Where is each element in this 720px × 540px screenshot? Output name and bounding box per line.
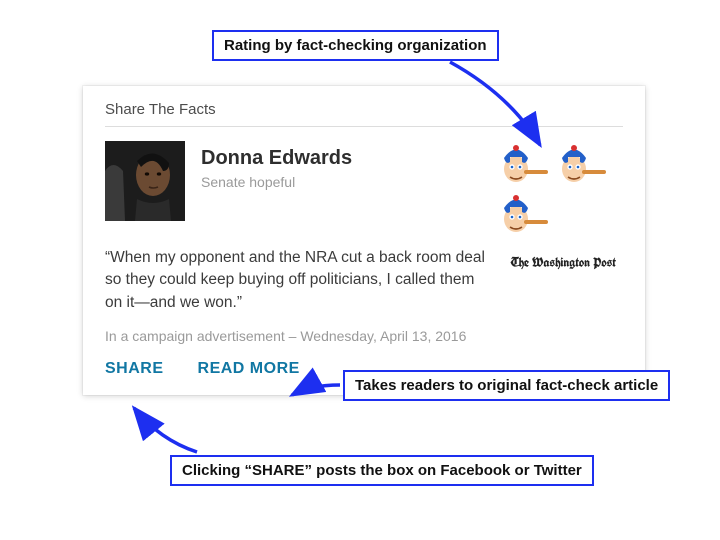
person-subtitle: Senate hopeful: [201, 174, 482, 190]
share-button[interactable]: SHARE: [105, 360, 164, 378]
fact-check-card: Share The Facts Donna Edwards Senate hop…: [83, 86, 645, 395]
person-name: Donna Edwards: [201, 147, 482, 170]
callout-readmore: Takes readers to original fact-check art…: [343, 370, 670, 401]
outlet-logo: The Washington Post: [503, 247, 623, 271]
avatar: [105, 141, 185, 221]
card-body-row: “When my opponent and the NRA cut a back…: [105, 247, 623, 314]
pinocchio-icon: [556, 143, 608, 187]
rating-block: [498, 141, 623, 237]
callout-share: Clicking “SHARE” posts the box on Facebo…: [170, 455, 594, 486]
callout-rating: Rating by fact-checking organization: [212, 30, 499, 61]
read-more-button[interactable]: READ MORE: [198, 360, 300, 378]
card-title: Share The Facts: [105, 101, 623, 127]
context-line: In a campaign advertisement – Wednesday,…: [105, 328, 623, 344]
pinocchio-icon: [498, 143, 550, 187]
name-block: Donna Edwards Senate hopeful: [201, 141, 482, 190]
card-header-row: Donna Edwards Senate hopeful: [105, 141, 623, 237]
pinocchio-icon: [498, 193, 550, 237]
quote-text: “When my opponent and the NRA cut a back…: [105, 247, 489, 314]
